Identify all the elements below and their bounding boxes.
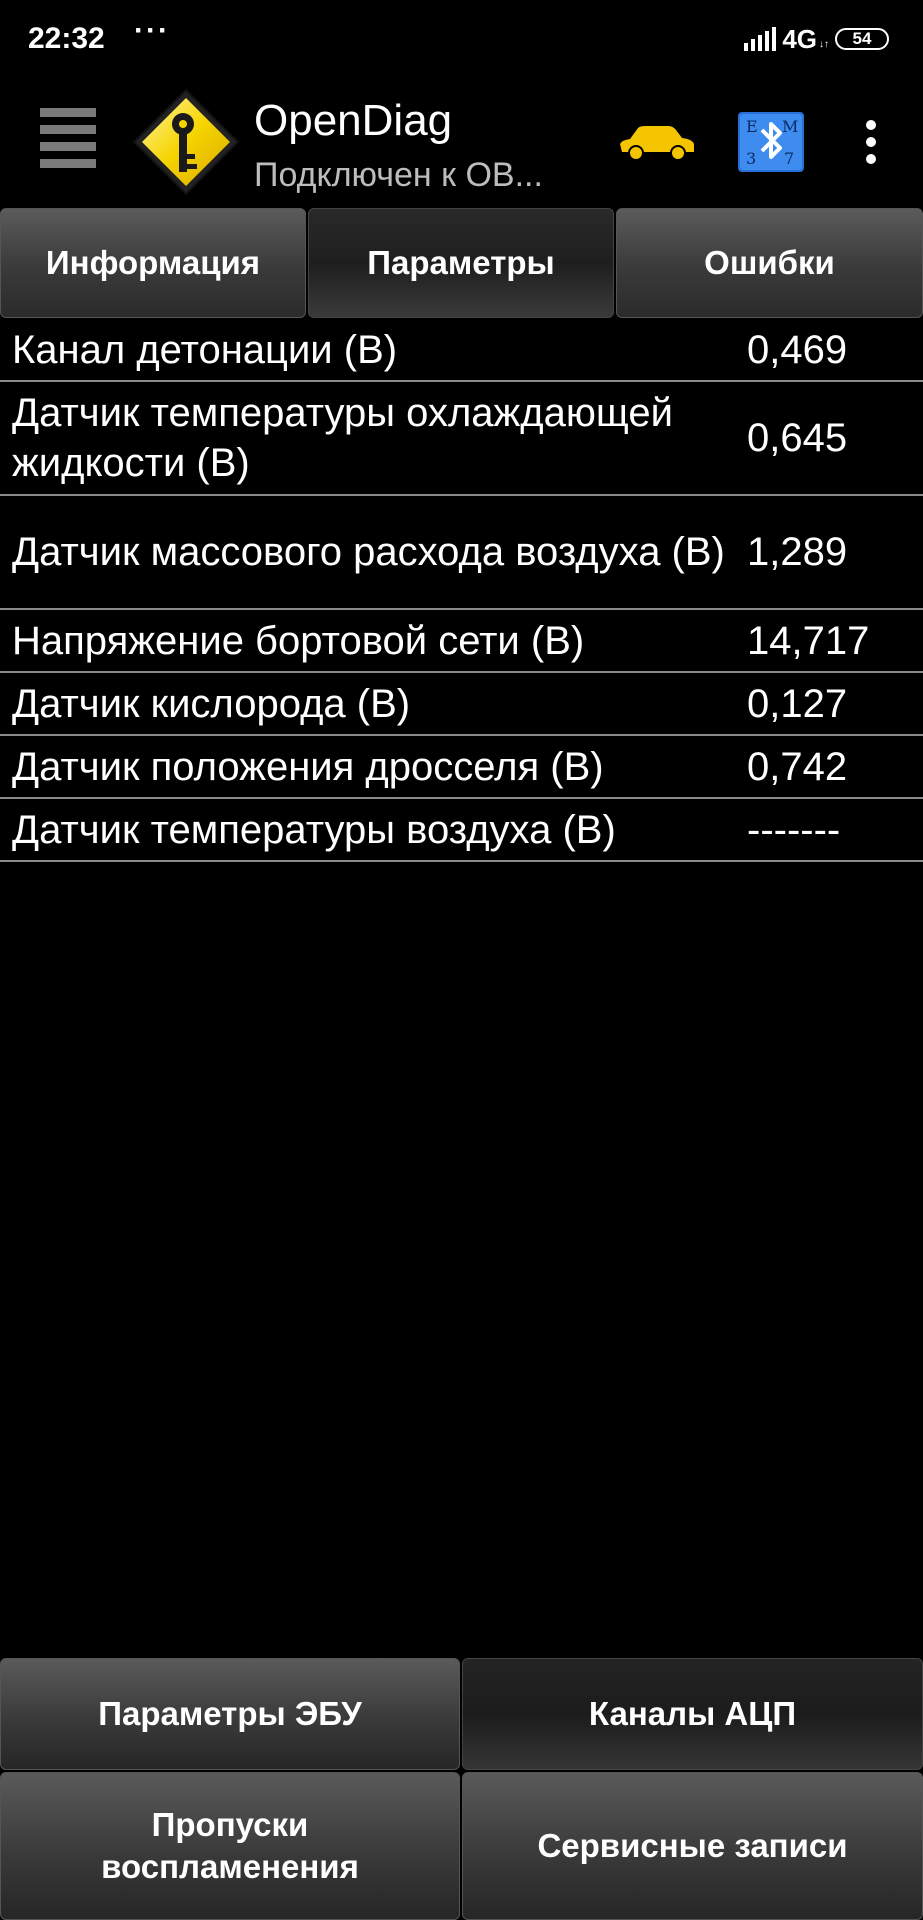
param-name: Датчик температуры охлаждающей жидкости … <box>12 391 673 485</box>
app-bar: OpenDiag Подключен к OB... E M 3 7 <box>0 78 923 206</box>
param-name: Датчик массового расхода воздуха (В) <box>12 530 725 574</box>
param-row[interactable]: Датчик кислорода (В) 0,127 <box>0 673 923 736</box>
misfires-button[interactable]: Пропуски воспламенения <box>0 1772 460 1920</box>
param-value: 0,469 <box>747 328 848 372</box>
status-indicators: 4G ↓↑ 54 <box>744 24 889 54</box>
param-value: 0,127 <box>747 681 848 726</box>
notification-dots: ··· <box>134 14 170 47</box>
param-value: 0,742 <box>747 744 848 789</box>
app-title: OpenDiag <box>254 96 453 145</box>
svg-text:E: E <box>746 117 758 136</box>
param-row[interactable]: Напряжение бортовой сети (В) 14,717 <box>0 610 923 673</box>
param-value: 14,717 <box>747 618 870 663</box>
data-activity-icon: ↓↑ <box>819 38 829 50</box>
tab-parameters[interactable]: Параметры <box>308 208 614 318</box>
tab-bar: Информация Параметры Ошибки <box>0 206 923 320</box>
connection-status: Подключен к OB... <box>254 156 543 194</box>
param-row[interactable]: Датчик положения дросселя (В) 0,742 <box>0 736 923 799</box>
param-row[interactable]: Датчик температуры воздуха (В) ------- <box>0 799 923 862</box>
param-name: Канал детонации (В) <box>12 328 398 372</box>
param-value: ------- <box>747 807 841 852</box>
tab-information[interactable]: Информация <box>0 208 306 318</box>
param-value: 0,645 <box>747 416 848 460</box>
param-name: Датчик кислорода (В) <box>12 681 411 726</box>
parameters-list: Канал детонации (В) 0,469 Датчик темпера… <box>0 320 923 862</box>
more-vert-icon[interactable] <box>858 120 884 164</box>
network-type: 4G <box>782 23 817 54</box>
battery-level: 54 <box>852 29 872 48</box>
battery-icon: 54 <box>835 28 889 50</box>
svg-text:7: 7 <box>784 149 794 168</box>
param-row[interactable]: Датчик температуры охлаждающей жидкости … <box>0 382 923 496</box>
menu-icon[interactable] <box>40 108 96 168</box>
ecu-params-button[interactable]: Параметры ЭБУ <box>0 1658 460 1770</box>
app-logo-key-icon <box>132 88 240 196</box>
param-name: Датчик температуры воздуха (В) <box>12 807 616 852</box>
param-name: Датчик положения дросселя (В) <box>12 744 604 789</box>
param-name: Напряжение бортовой сети (В) <box>12 618 585 663</box>
param-value: 1,289 <box>747 530 848 574</box>
svg-text:M: M <box>782 117 798 136</box>
service-records-button[interactable]: Сервисные записи <box>462 1772 923 1920</box>
svg-text:3: 3 <box>746 149 756 168</box>
car-icon[interactable] <box>616 122 698 162</box>
param-row[interactable]: Канал детонации (В) 0,469 <box>0 320 923 382</box>
tab-errors[interactable]: Ошибки <box>616 208 923 318</box>
param-row[interactable]: Датчик массового расхода воздуха (В) 1,2… <box>0 496 923 610</box>
bluetooth-ebm-icon[interactable]: E M 3 7 <box>738 112 804 172</box>
status-time: 22:32 <box>28 22 105 55</box>
signal-icon <box>744 27 777 51</box>
status-bar: 22:32 ··· 4G ↓↑ 54 <box>0 0 923 78</box>
adc-channels-button[interactable]: Каналы АЦП <box>462 1658 923 1770</box>
